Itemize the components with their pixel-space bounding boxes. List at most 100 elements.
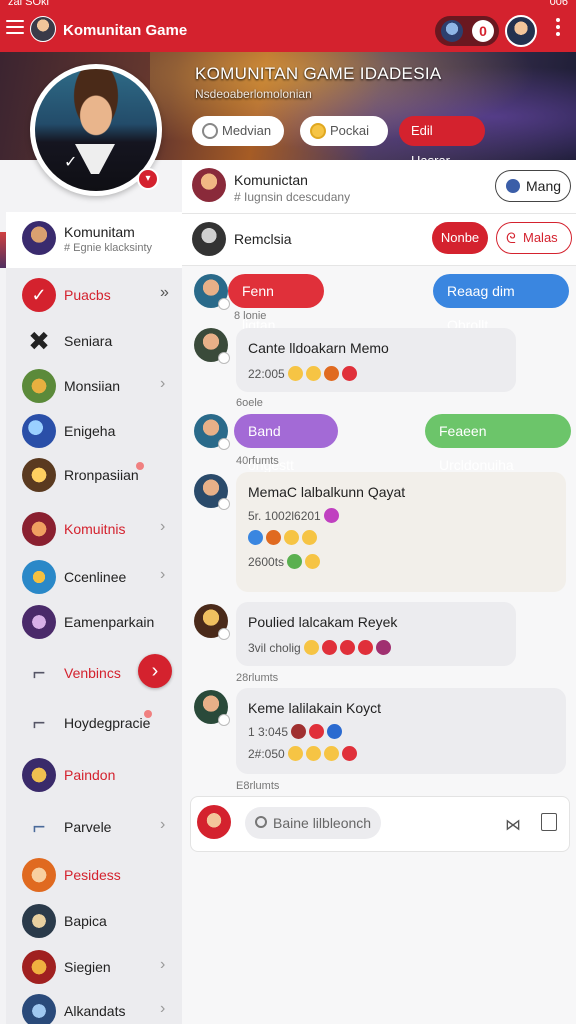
gem-emoji-icon	[287, 554, 303, 569]
crown-emoji-icon	[284, 530, 299, 545]
sidebar-item-label: Hoydegpracie	[64, 715, 151, 731]
game-icon	[22, 758, 56, 792]
sidebar-header-subtitle: # Egnie klacksinty	[64, 242, 153, 254]
chat-avatar[interactable]	[194, 414, 230, 450]
sidebar-item-bapica[interactable]: Bapica	[6, 898, 182, 944]
game-icon	[22, 605, 56, 639]
channel-avatar[interactable]	[192, 222, 226, 256]
mang-button[interactable]: Mang	[495, 170, 571, 202]
message-title: Cante lldoakarn Memo	[248, 340, 389, 356]
notification-count: 0	[472, 20, 494, 42]
banner-pill-medvian[interactable]: Medvian	[192, 116, 284, 146]
sidebar-header[interactable]: Komunitam # Egnie klacksinty	[6, 212, 182, 268]
profile-badge-icon[interactable]: ▾	[137, 168, 159, 190]
chat-bubble[interactable]: Reaag dim Obrollt	[433, 274, 569, 333]
sidebar-item-label: Monsiian	[64, 378, 121, 394]
chat-avatar[interactable]	[194, 604, 230, 640]
message-meta: E8rlumts	[236, 780, 280, 792]
coin-icon	[310, 123, 326, 139]
sidebar-item-enigeha[interactable]: Enigeha	[6, 408, 182, 454]
message-card[interactable]: Keme lalilakain Koyct 1 3:045 2#:050	[236, 688, 566, 774]
chat-avatar[interactable]	[194, 328, 230, 364]
face-emoji-icon	[305, 554, 321, 569]
balloon-emoji-icon	[248, 530, 263, 545]
gift-emoji-icon	[321, 640, 337, 655]
chat-bubble[interactable]: Feaeen Urcldonuiha	[425, 414, 571, 473]
game-icon	[22, 512, 56, 546]
composer-avatar[interactable]	[197, 805, 231, 839]
group-avatar[interactable]	[192, 168, 226, 202]
sidebar-item-puacbs[interactable]: ✓ Puacbs »	[6, 272, 182, 318]
sidebar-item-paindon[interactable]: Paindon	[6, 752, 182, 798]
sidebar-item-label: Siegien	[64, 959, 111, 975]
sidebar-item-hoydegpracie[interactable]: ⌐ Hoydegpracie	[6, 700, 182, 746]
chat-avatar[interactable]	[194, 274, 230, 310]
sidebar-item-label: Paindon	[64, 767, 116, 783]
sidebar-item-eamenparkain[interactable]: Eamenparkain	[6, 599, 182, 645]
emoji-icon	[291, 724, 307, 739]
sidebar-item-komuitnis[interactable]: Komuitnis ›	[6, 506, 182, 552]
chat-bubble[interactable]: Fenn ligtan	[228, 274, 324, 333]
sidebar-item-label: Alkandats	[64, 1003, 126, 1019]
search-input[interactable]: Baine lilbleonch	[245, 807, 381, 839]
chevron-right-icon: ›	[160, 375, 166, 392]
sidebar-item-siegien[interactable]: Siegien ›	[6, 944, 182, 990]
app-title: Komunitan Game	[63, 22, 188, 39]
double-chevron-right-icon: »	[160, 284, 169, 301]
sidebar-item-pesidess[interactable]: Pesidess	[6, 852, 182, 898]
game-icon	[22, 994, 56, 1024]
sidebar-item-label: Eamenparkain	[64, 614, 155, 630]
chevron-right-icon: ›	[160, 1000, 166, 1017]
face-emoji-icon	[375, 640, 391, 655]
status-indicators: 006	[549, 0, 568, 8]
globe-emoji-icon	[327, 724, 343, 739]
sidebar-item-alkandats[interactable]: Alkandats ›	[6, 988, 182, 1024]
sidebar-header-avatar	[22, 221, 56, 255]
badge-icon	[218, 714, 230, 726]
check-icon: ✓	[22, 278, 56, 312]
verified-check-icon: ✓	[64, 154, 78, 171]
chat-avatar[interactable]	[194, 690, 230, 726]
sidebar-item-label: Komuitnis	[64, 521, 126, 537]
game-icon	[22, 904, 56, 938]
message-meta: 6oele	[236, 397, 263, 409]
chat-avatar[interactable]	[194, 474, 230, 510]
sidebar-item-label: Rronpasiian	[64, 467, 139, 483]
send-icon[interactable]: ⋈	[505, 815, 521, 835]
flag-emoji-icon	[323, 508, 339, 523]
message-card[interactable]: Poulied lalcakam Reyek 3vil cholig	[236, 602, 516, 666]
sidebar-header-title: Komunitam	[64, 224, 135, 240]
game-icon	[22, 858, 56, 892]
sidebar-item-venbincs[interactable]: ⌐ Venbincs ›	[6, 650, 182, 696]
sidebar-item-rronpasiian[interactable]: Rronpasiian	[6, 452, 182, 498]
more-options-icon[interactable]	[555, 18, 561, 38]
sidebar-item-seniara[interactable]: ✖ Seniara	[6, 318, 182, 364]
banner-title: KOMUNITAN GAME IDADESIA	[195, 64, 442, 83]
user-avatar[interactable]	[505, 15, 537, 47]
game-icon	[22, 560, 56, 594]
badge-icon	[218, 438, 230, 450]
sidebar-item-monsiian[interactable]: Monsiian ›	[6, 363, 182, 409]
banner-pill-pockai[interactable]: Pockai	[300, 116, 388, 146]
group-header: Komunictan # Iugnsin dcescudany Mang	[182, 160, 576, 214]
banner-pill-edil-hasrar[interactable]: Edil Hasrar	[399, 116, 485, 160]
malas-button[interactable]: ᘓ Malas	[496, 222, 572, 254]
sidebar-item-parvele[interactable]: ⌐ Parvele ›	[6, 804, 182, 850]
go-arrow-button[interactable]: ›	[138, 654, 172, 688]
notification-pill[interactable]: 0	[435, 16, 499, 46]
flag-icon	[506, 179, 520, 193]
message-card[interactable]: MemaC lalbalkunn Qayat 5r. 1002l6201 260…	[236, 472, 566, 592]
nonbe-button[interactable]: Nonbe	[432, 222, 488, 254]
sidebar-item-ccenlinee[interactable]: Ccenlinee ›	[6, 554, 182, 600]
bookmark-icon[interactable]	[541, 813, 557, 831]
chat-bubble[interactable]: Band ohgestt	[234, 414, 338, 473]
sidebar-item-label: Seniara	[64, 333, 113, 349]
badge-icon	[218, 628, 230, 640]
chat-area: Fenn ligtan Reaag dim Obrollt 8 lonie Ca…	[182, 266, 576, 1024]
message-card[interactable]: Cante lldoakarn Memo 22:005	[236, 328, 516, 392]
target-icon	[202, 123, 218, 139]
gun-icon: ⌐	[32, 660, 46, 685]
sidebar-item-label: Enigeha	[64, 423, 116, 439]
hamburger-menu-icon[interactable]	[6, 20, 24, 36]
community-avatar[interactable]	[30, 16, 56, 42]
